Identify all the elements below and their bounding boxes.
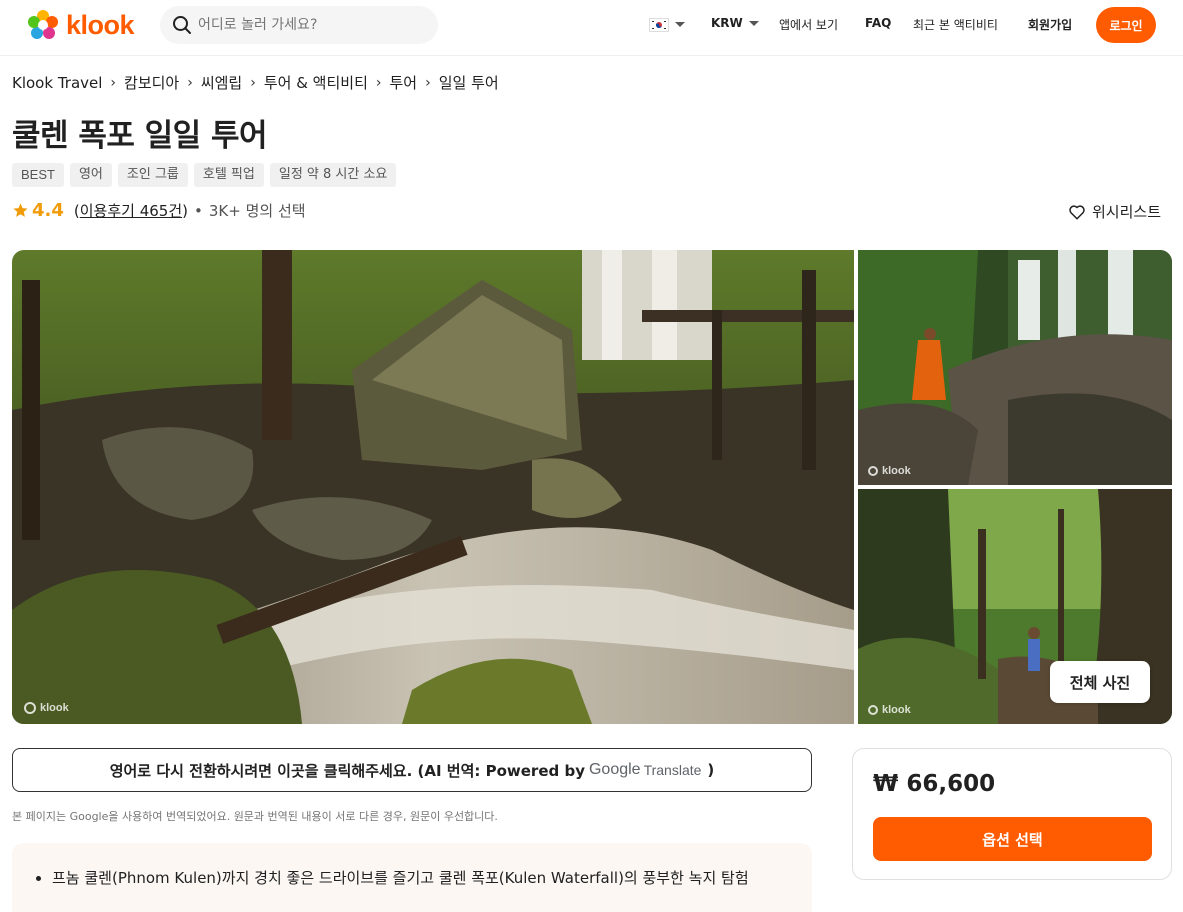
recently-viewed-link[interactable]: 최근 본 액티비티 [913,16,998,33]
klook-logo-icon [28,10,58,39]
login-button[interactable]: 로그인 [1096,7,1156,43]
klook-logo[interactable]: klook [26,8,135,42]
select-option-button[interactable]: 옵션 선택 [873,817,1152,861]
wishlist-button[interactable]: 위시리스트 [1068,201,1161,222]
chevron-down-icon [675,22,685,27]
highlight-item: 프놈 쿨렌(Phnom Kulen)까지 경치 좋은 드라이브를 즐기고 쿨렌 … [52,867,752,890]
page-title: 쿨렌 폭포 일일 투어 [12,118,268,154]
top-header: klook KRW 앱에서 보기 FAQ 최근 본 액티비티 회원가입 로그인 [0,0,1183,56]
currency-selector[interactable]: KRW [711,16,759,30]
tag-pickup: 호텔 픽업 [193,163,264,187]
tag-language: 영어 [69,163,112,187]
close-paren: ) [182,201,189,220]
translate-message: 영어로 다시 전환하시려면 이곳을 클릭해주세요. (AI 번역: Powere… [109,761,585,780]
signup-link[interactable]: 회원가입 [1028,16,1072,33]
translate-toggle-bar[interactable]: 영어로 다시 전환하시려면 이곳을 클릭해주세요. (AI 번역: Powere… [12,748,812,792]
star-icon [13,203,28,217]
breadcrumb-item[interactable]: 캄보디아 [124,72,179,93]
photo-gallery: klook klook klook 전체 사진 [12,250,1172,724]
klook-watermark: klook [868,465,911,477]
chevron-right-icon: › [425,74,431,91]
translation-disclaimer: 본 페이지는 Google을 사용하여 번역되었어요. 원문과 번역된 내용이 … [12,810,498,823]
breadcrumb-item[interactable]: 씨엠립 [201,72,242,93]
chevron-right-icon: › [110,74,117,91]
price: ₩ 66,600 [873,771,996,797]
breadcrumb-item[interactable]: 투어 [390,72,418,93]
chevron-right-icon: › [250,74,256,91]
highlights-box: 프놈 쿨렌(Phnom Kulen)까지 경치 좋은 드라이브를 즐기고 쿨렌 … [12,843,812,912]
faq-link[interactable]: FAQ [865,16,891,30]
watermark-icon [24,702,36,714]
reviews-link[interactable]: 이용후기 465건 [80,200,182,221]
klook-watermark: klook [24,702,69,714]
tag-duration: 일정 약 8 시간 소요 [269,163,397,187]
currency-label: KRW [711,16,743,30]
breadcrumb: Klook Travel › 캄보디아 › 씨엠립 › 투어 & 액티비티 › … [12,72,499,93]
chevron-right-icon: › [375,74,382,91]
search-icon [173,16,191,34]
google-logo-text: Google [588,761,641,778]
rating-row: 4.4 ( 이용후기 465건 ) • 3K+ 명의 선택 [12,200,306,221]
heart-icon [1069,204,1085,219]
klook-watermark: klook [868,704,911,716]
wishlist-label: 위시리스트 [1092,203,1162,221]
tag-group: 조인 그룹 [117,163,188,187]
search-bar[interactable] [160,6,438,44]
breadcrumb-item[interactable]: 일일 투어 [439,72,499,93]
logo-text: klook [66,9,135,40]
translate-logo-text: Translate [643,762,702,778]
watermark-icon [868,705,878,715]
breadcrumb-item[interactable]: 투어 & 액티비티 [264,72,368,93]
tag-best: BEST [12,163,64,187]
korea-flag-icon [649,17,669,32]
view-all-photos-button[interactable]: 전체 사진 [1050,661,1150,703]
breadcrumb-item[interactable]: Klook Travel [12,74,102,92]
highlights-list: 프놈 쿨렌(Phnom Kulen)까지 경치 좋은 드라이브를 즐기고 쿨렌 … [52,867,752,890]
search-input[interactable] [198,17,418,33]
separator-dot: • [194,201,203,220]
language-selector[interactable] [649,17,685,32]
close-paren: ) [707,761,715,779]
rating-score: 4.4 [32,200,64,221]
watermark-icon [868,466,878,476]
chevron-right-icon: › [187,74,193,91]
booking-card: ₩ 66,600 옵션 선택 [852,748,1172,880]
chevron-down-icon [748,21,759,26]
side-photo-1[interactable]: klook [858,250,1172,485]
app-link[interactable]: 앱에서 보기 [779,16,838,33]
activity-tags: BEST 영어 조인 그룹 호텔 픽업 일정 약 8 시간 소요 [12,163,402,187]
booked-count: 3K+ 명의 선택 [208,202,306,220]
main-photo[interactable]: klook [12,250,854,724]
